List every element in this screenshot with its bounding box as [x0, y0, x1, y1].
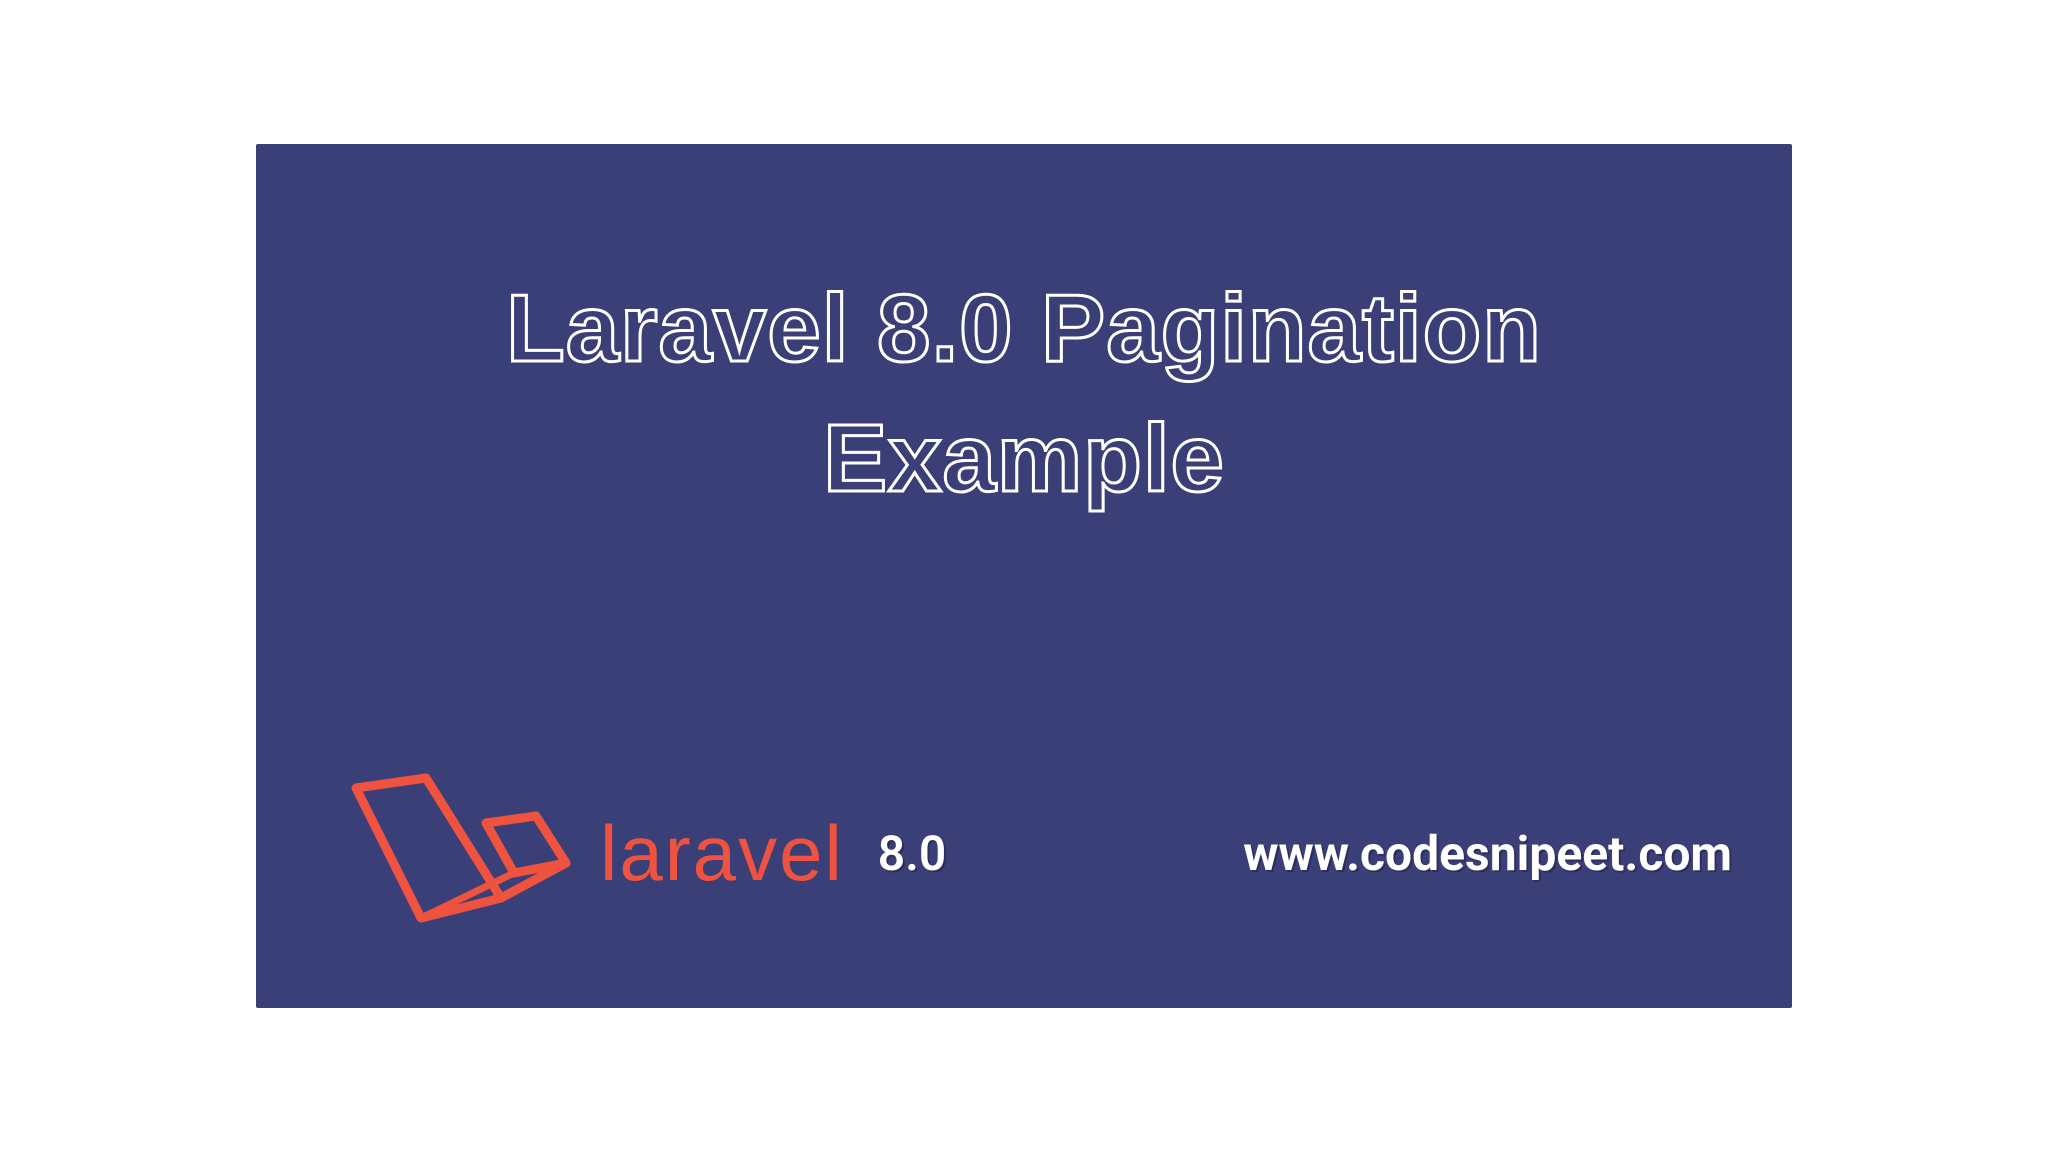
website-url: www.codesnipeet.com: [1243, 825, 1732, 882]
version-label: 8.0: [878, 825, 946, 882]
promo-banner: Laravel 8.0 Pagination Example laravel 8…: [256, 144, 1792, 1008]
title-line-2: Example: [823, 405, 1225, 512]
laravel-logo-icon: [336, 768, 576, 938]
laravel-wordmark: laravel: [600, 808, 844, 899]
logo-group: laravel 8.0: [336, 768, 946, 938]
footer-row: laravel 8.0 www.codesnipeet.com: [336, 768, 1732, 938]
main-title: Laravel 8.0 Pagination Example: [256, 264, 1792, 523]
title-line-1: Laravel 8.0 Pagination: [506, 275, 1542, 382]
